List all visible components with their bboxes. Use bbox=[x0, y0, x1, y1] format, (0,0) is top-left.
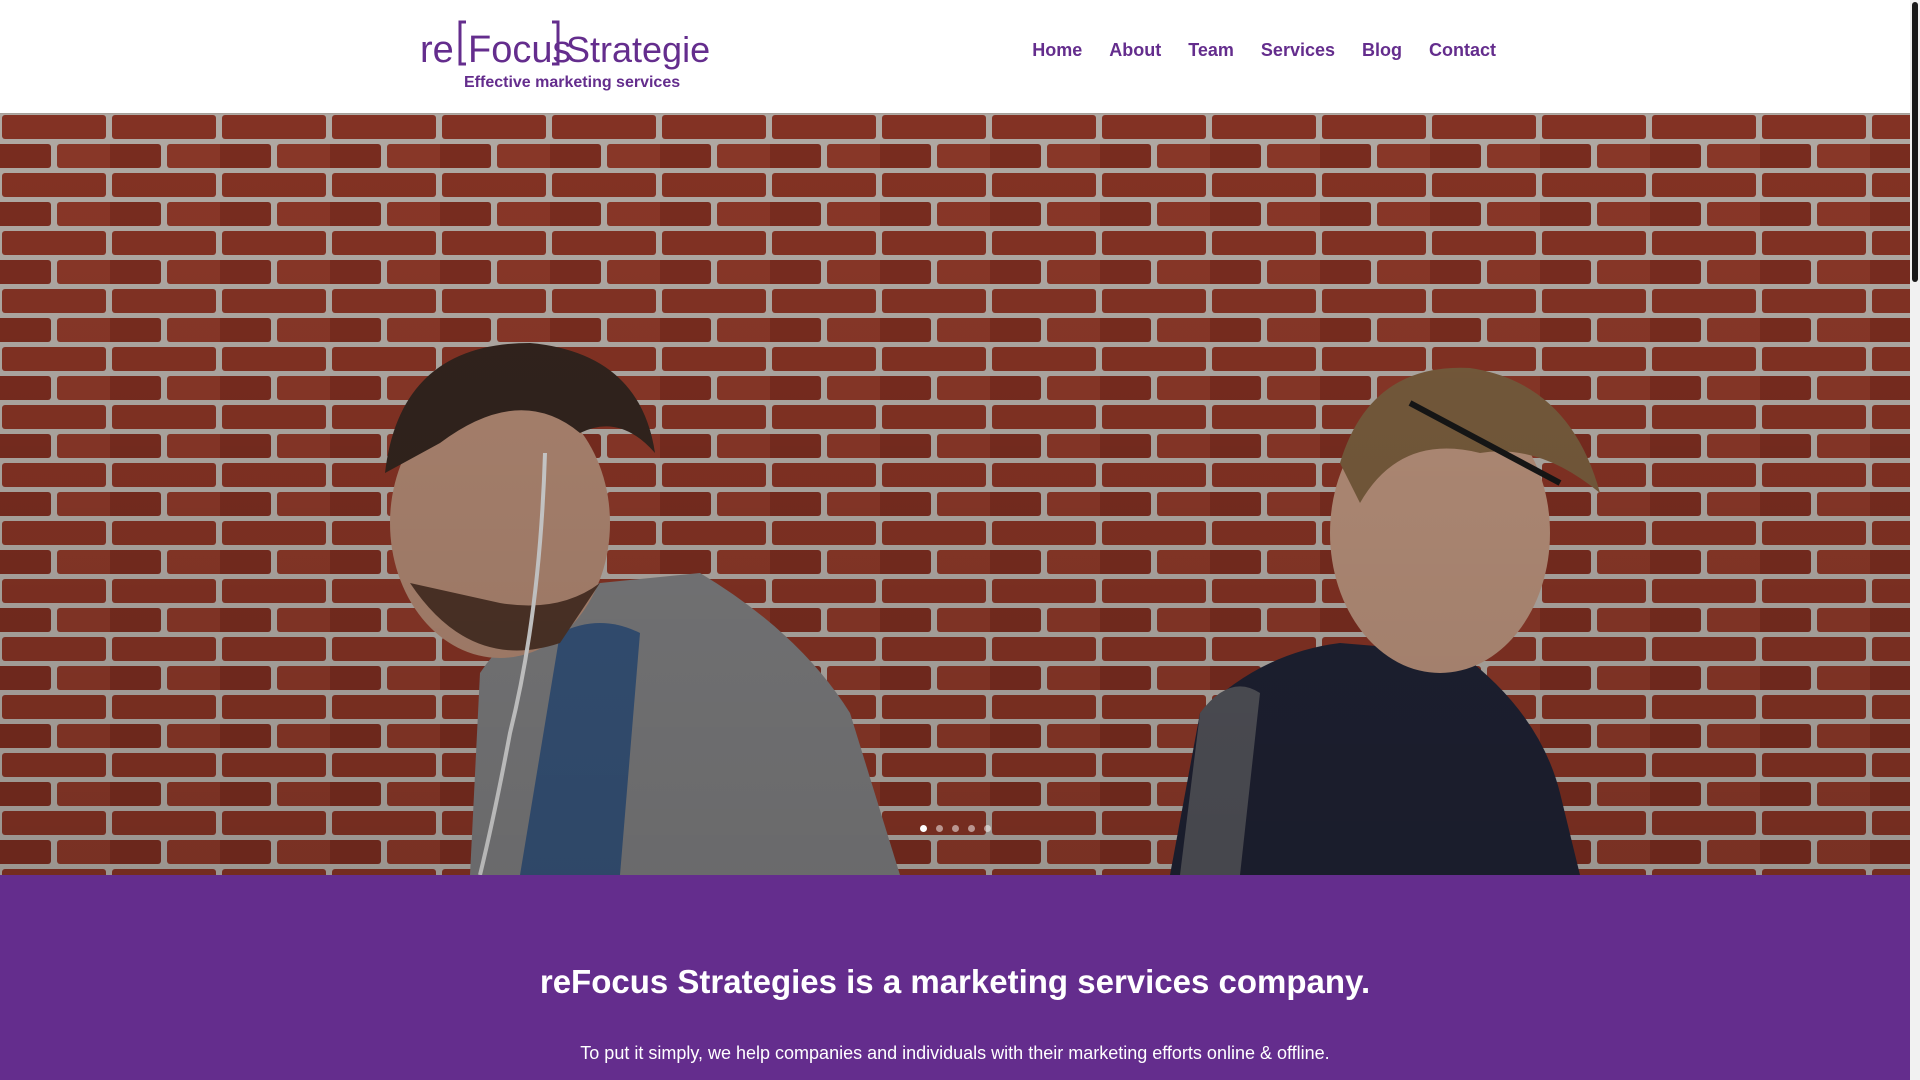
site-header: re Focus Strategies Effective marketing … bbox=[0, 0, 1910, 113]
nav-blog[interactable]: Blog bbox=[1362, 40, 1402, 61]
logo-mark: re Focus Strategies Effective marketing … bbox=[420, 20, 728, 91]
main-nav: Home About Team Services Blog Contact bbox=[1005, 40, 1496, 61]
hero-photo bbox=[0, 113, 1910, 875]
page-scrollbar[interactable] bbox=[1910, 0, 1920, 1080]
slider-dot-1[interactable] bbox=[919, 825, 927, 832]
nav-services[interactable]: Services bbox=[1261, 40, 1335, 61]
slider-dot-4[interactable] bbox=[967, 825, 975, 832]
page: re Focus Strategies Effective marketing … bbox=[0, 0, 1910, 1080]
scrollbar-thumb[interactable] bbox=[1912, 2, 1918, 282]
slider-pagination bbox=[0, 825, 1910, 832]
intro-section: reFocus Strategies is a marketing servic… bbox=[0, 875, 1910, 1080]
intro-body: To put it simply, we help companies and … bbox=[580, 1043, 1330, 1063]
site-logo[interactable]: re Focus Strategies Effective marketing … bbox=[420, 18, 728, 94]
logo-tagline: Effective marketing services bbox=[464, 74, 680, 91]
hero-slider bbox=[0, 113, 1910, 875]
nav-about[interactable]: About bbox=[1109, 40, 1161, 61]
slider-dot-5[interactable] bbox=[983, 825, 991, 832]
nav-home[interactable]: Home bbox=[1032, 40, 1082, 61]
slider-dot-2[interactable] bbox=[935, 825, 943, 832]
logo-bracket-left bbox=[458, 20, 466, 66]
logo-text-strategies: Strategies bbox=[566, 29, 710, 70]
logo-text-re: re bbox=[420, 29, 454, 71]
nav-contact[interactable]: Contact bbox=[1429, 40, 1496, 61]
nav-team[interactable]: Team bbox=[1188, 40, 1234, 61]
slider-dot-3[interactable] bbox=[951, 825, 959, 832]
intro-heading: reFocus Strategies is a marketing servic… bbox=[539, 963, 1371, 1000]
